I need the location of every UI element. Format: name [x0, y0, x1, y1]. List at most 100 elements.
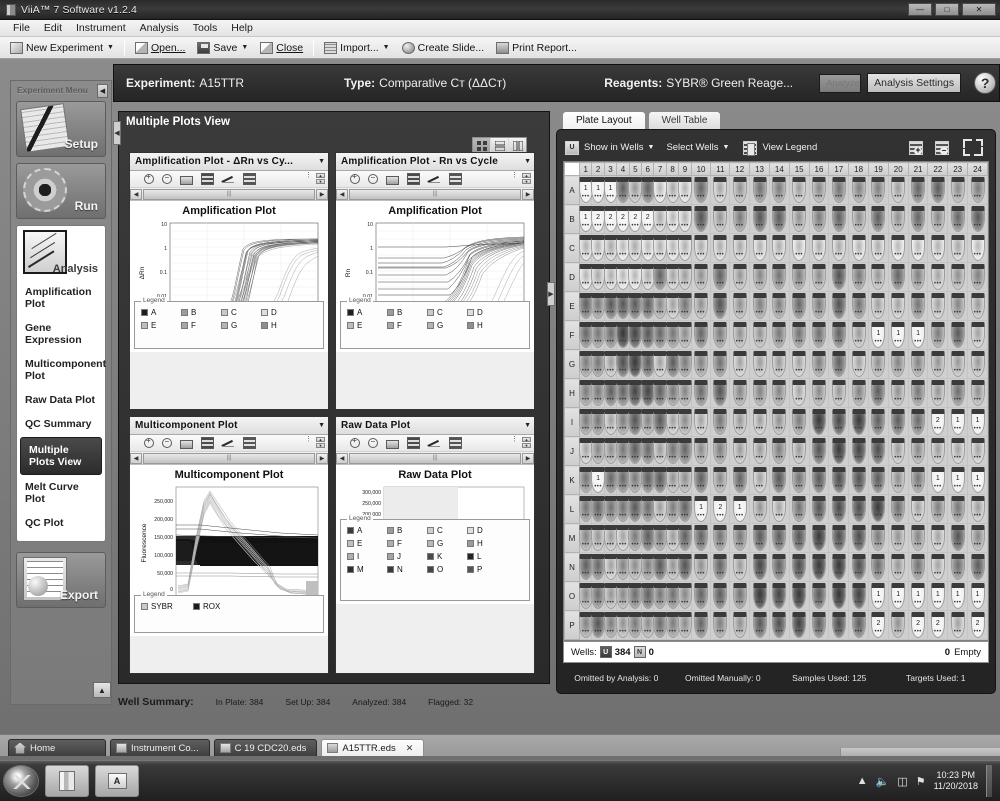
well[interactable]: •••	[851, 206, 866, 232]
well[interactable]: •••	[732, 322, 747, 348]
plate-well-cell[interactable]: •••	[967, 378, 988, 408]
plate-well-cell[interactable]: •••	[578, 581, 593, 611]
well[interactable]: •••	[694, 380, 709, 406]
well[interactable]: •••	[677, 293, 692, 319]
plate-well-cell[interactable]: •••	[867, 349, 889, 379]
plate-well-cell[interactable]: •••	[603, 262, 618, 292]
well[interactable]: 2 •••	[930, 409, 945, 435]
well[interactable]: •••	[772, 206, 787, 232]
plate-well-cell[interactable]: •••	[591, 494, 606, 524]
well[interactable]: •••	[732, 177, 747, 203]
plate-row-header[interactable]: J	[564, 436, 580, 466]
well[interactable]: •••	[891, 409, 906, 435]
plate-well-cell[interactable]: 1 •••	[578, 175, 593, 205]
plate-well-cell[interactable]: •••	[677, 552, 692, 582]
plate-well-cell[interactable]: •••	[808, 581, 830, 611]
scrollbar-thumb[interactable]: |||	[143, 452, 315, 464]
plate-well-cell[interactable]: •••	[591, 552, 606, 582]
well[interactable]: •••	[811, 612, 826, 638]
plate-well-cell[interactable]: •••	[653, 204, 668, 234]
plate-well-cell[interactable]: •••	[848, 581, 869, 611]
well[interactable]: •••	[950, 351, 965, 377]
legend-entry[interactable]: A	[347, 308, 377, 317]
plate-well-cell[interactable]: •••	[653, 291, 668, 321]
well[interactable]: •••	[752, 351, 767, 377]
plate-well-cell[interactable]: •••	[947, 349, 969, 379]
zoom-in-icon[interactable]	[350, 172, 360, 184]
well[interactable]: •••	[911, 380, 926, 406]
plate-well-cell[interactable]: •••	[828, 291, 850, 321]
plate-well-cell[interactable]: •••	[710, 610, 731, 640]
plate-well-cell[interactable]: •••	[640, 262, 655, 292]
well[interactable]: •••	[811, 322, 826, 348]
well[interactable]: •••	[930, 438, 945, 464]
plate-well-cell[interactable]: •••	[828, 320, 850, 350]
plate-well-cell[interactable]: 1 •••	[927, 465, 949, 495]
well[interactable]: •••	[811, 583, 826, 609]
plate-well-cell[interactable]: •••	[907, 407, 929, 437]
sidebar-item-analysis[interactable]: Analysis	[17, 226, 105, 280]
show-in-wells-dropdown[interactable]: Show in Wells ▼	[584, 142, 654, 153]
scroll-left-icon[interactable]: ◀	[130, 452, 142, 464]
plate-well-cell[interactable]: 1 •••	[967, 581, 988, 611]
legend-entry[interactable]: H	[467, 539, 497, 548]
plate-well-cell[interactable]: •••	[828, 523, 850, 553]
well[interactable]: 1 •••	[694, 496, 709, 522]
well[interactable]: •••	[930, 525, 945, 551]
new-experiment-button[interactable]: New Experiment ▼	[5, 41, 119, 55]
well[interactable]: •••	[911, 525, 926, 551]
plate-well-cell[interactable]: •••	[710, 552, 731, 582]
plate-well-cell[interactable]: •••	[887, 610, 909, 640]
plate-well-cell[interactable]: •••	[640, 436, 655, 466]
plate-well-cell[interactable]: •••	[927, 320, 949, 350]
well[interactable]: •••	[752, 264, 767, 290]
plate-well-cell[interactable]: •••	[665, 610, 680, 640]
plate-well-cell[interactable]: •••	[828, 581, 850, 611]
plate-well-cell[interactable]: •••	[788, 523, 810, 553]
plate-well-cell[interactable]: •••	[848, 378, 869, 408]
plate-well-cell[interactable]: •••	[848, 320, 869, 350]
well[interactable]: 1 •••	[970, 409, 985, 435]
plate-well-cell[interactable]: •••	[690, 175, 712, 205]
plate-column-header[interactable]: 4	[616, 162, 630, 176]
sidebar-item-melt-curve-plot[interactable]: Melt Curve Plot	[17, 475, 105, 511]
well[interactable]: 1 •••	[950, 467, 965, 493]
plate-well-cell[interactable]: •••	[768, 407, 790, 437]
graph-settings-icon[interactable]	[222, 173, 235, 185]
plate-well-cell[interactable]: 1 •••	[947, 581, 969, 611]
plate-well-cell[interactable]: •••	[729, 523, 751, 553]
print-icon[interactable]	[180, 439, 193, 449]
select-wells-dropdown[interactable]: Select Wells ▼	[666, 142, 729, 153]
plate-well-cell[interactable]: •••	[653, 378, 668, 408]
plate-row-header[interactable]: D	[564, 262, 580, 292]
well[interactable]: •••	[811, 380, 826, 406]
well[interactable]: •••	[752, 467, 767, 493]
plate-well-cell[interactable]: •••	[729, 349, 751, 379]
plate-well-cell[interactable]: •••	[615, 320, 630, 350]
plate-column-header[interactable]: 3	[603, 162, 618, 176]
graph-settings-icon[interactable]	[428, 173, 441, 185]
plate-well-cell[interactable]: •••	[788, 262, 810, 292]
well[interactable]: 1 •••	[732, 496, 747, 522]
well[interactable]: •••	[891, 438, 906, 464]
menu-analysis[interactable]: Analysis	[133, 21, 186, 35]
plate-well-cell[interactable]: •••	[640, 610, 655, 640]
well[interactable]: •••	[772, 235, 787, 261]
well[interactable]: •••	[732, 264, 747, 290]
plate-well-cell[interactable]: •••	[677, 523, 692, 553]
plate-column-header[interactable]: 22	[927, 162, 949, 176]
plate-well-cell[interactable]: •••	[665, 407, 680, 437]
import-button[interactable]: Import... ▼	[319, 41, 394, 55]
plate-well-cell[interactable]: •••	[729, 262, 751, 292]
tab-plate-layout[interactable]: Plate Layout	[562, 111, 646, 129]
plate-well-cell[interactable]: 2 •••	[907, 610, 929, 640]
copy-to-clipboard-icon[interactable]	[201, 173, 214, 185]
plate-well-cell[interactable]: •••	[887, 523, 909, 553]
well[interactable]: •••	[851, 583, 866, 609]
plate-column-header[interactable]: 21	[907, 162, 929, 176]
plate-well-cell[interactable]: •••	[828, 610, 850, 640]
plate-well-cell[interactable]: •••	[603, 610, 618, 640]
scrollbar-thumb[interactable]: |||	[349, 188, 521, 200]
plate-well-cell[interactable]: •••	[768, 610, 790, 640]
well[interactable]: •••	[694, 264, 709, 290]
